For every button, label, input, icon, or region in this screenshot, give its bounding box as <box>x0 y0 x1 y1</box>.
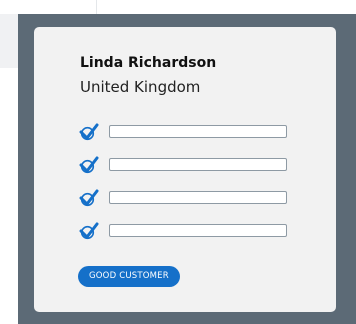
checklist-item <box>79 122 289 142</box>
check-icon[interactable] <box>79 188 99 208</box>
checklist-item <box>79 188 289 208</box>
checklist-field[interactable] <box>109 191 287 204</box>
customer-name: Linda Richardson <box>80 55 217 71</box>
good-customer-badge[interactable]: GOOD CUSTOMER <box>78 266 180 287</box>
checklist-field[interactable] <box>109 158 287 171</box>
check-icon[interactable] <box>79 122 99 142</box>
checklist-item <box>79 221 289 241</box>
check-icon[interactable] <box>79 155 99 175</box>
background-panel <box>0 0 97 14</box>
customer-country: United Kingdom <box>80 78 201 96</box>
checklist-item <box>79 155 289 175</box>
checklist-field[interactable] <box>109 224 287 237</box>
check-icon[interactable] <box>79 221 99 241</box>
checklist-field[interactable] <box>109 125 287 138</box>
